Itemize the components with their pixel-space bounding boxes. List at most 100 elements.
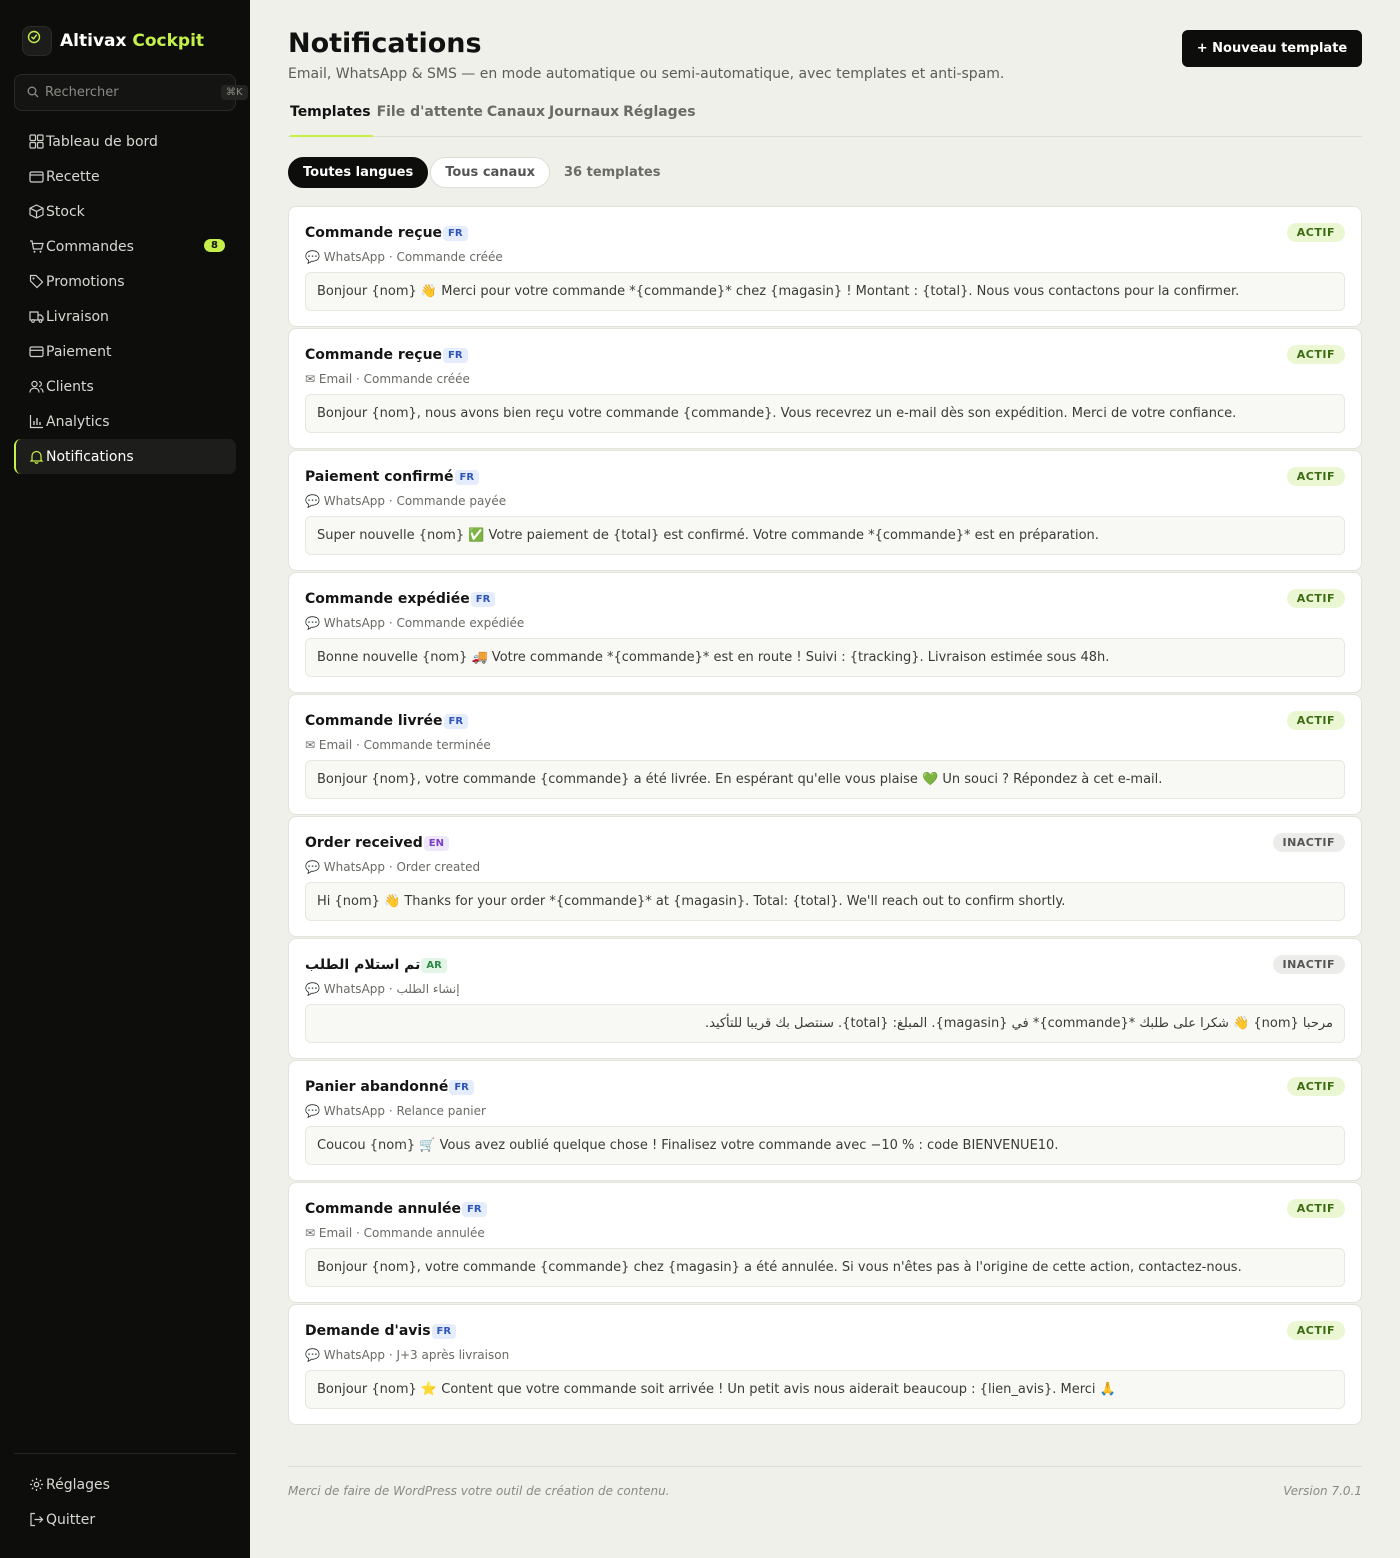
sidebar-item-clients[interactable]: Clients	[14, 369, 236, 404]
sidebar-item-settings[interactable]: Réglages	[14, 1467, 236, 1502]
sidebar-item-analytics[interactable]: Analytics	[14, 404, 236, 439]
new-template-button[interactable]: + Nouveau template	[1182, 30, 1362, 67]
language-badge: FR	[449, 1079, 474, 1095]
sidebar-item-logout[interactable]: Quitter	[14, 1502, 236, 1537]
filter-bar: Toutes langues Tous canaux 36 templates	[288, 157, 660, 188]
template-card[interactable]: Commande livrée FR ACTIF ✉ Email · Commande…	[288, 694, 1362, 815]
sidebar-item-notifications[interactable]: Notifications	[14, 439, 236, 474]
template-trigger: Email · Commande créée	[318, 372, 470, 386]
language-badge: FR	[443, 713, 469, 729]
status-badge[interactable]: ACTIF	[1286, 467, 1345, 486]
orders-count-badge: 8	[204, 239, 225, 252]
template-card[interactable]: Demande d'avis FR ACTIF 💬 WhatsApp · J+3 ap…	[288, 1304, 1362, 1425]
template-card[interactable]: Commande expédiée FR ACTIF 💬 WhatsApp · Com…	[288, 572, 1362, 693]
sidebar-item-livraison[interactable]: Livraison	[14, 299, 236, 334]
template-card[interactable]: Commande annulée FR ACTIF ✉ Email · Command…	[288, 1182, 1362, 1303]
template-trigger: WhatsApp · Commande créée	[323, 250, 503, 264]
template-meta: ✉ Email · Commande annulée	[305, 1226, 485, 1240]
template-title: تم استلام الطلب	[305, 957, 421, 973]
tab-templates[interactable]: Templates	[290, 98, 373, 137]
template-message-preview: Bonjour {nom} ⭐ Content que votre comman…	[305, 1370, 1345, 1409]
tab-bar: Templates File d'attente Canaux Journaux…	[288, 98, 1362, 137]
sidebar: Altivax Cockpit ⌘K Tableau de bord Recet…	[0, 0, 250, 1558]
template-card[interactable]: Order received EN INACTIF 💬 WhatsApp · Orde…	[288, 816, 1362, 937]
template-title-row: Demande d'avis FR	[305, 1323, 457, 1339]
template-trigger: WhatsApp · Commande expédiée	[323, 616, 525, 630]
sidebar-item-dashboard[interactable]: Tableau de bord	[14, 124, 236, 159]
template-card[interactable]: Panier abandonné FR ACTIF 💬 WhatsApp · Rela…	[288, 1060, 1362, 1181]
truck-icon	[28, 309, 44, 325]
status-badge[interactable]: ACTIF	[1286, 711, 1345, 730]
template-message-preview: مرحبا {nom} 👋 شكرا على طلبك *{commande}*…	[305, 1004, 1345, 1043]
template-card[interactable]: Commande reçue FR ACTIF 💬 WhatsApp · Comman…	[288, 206, 1362, 327]
footer-credit: Merci de faire de WordPress votre outil …	[288, 1484, 670, 1498]
sidebar-item-stock[interactable]: Stock	[14, 194, 236, 229]
status-badge[interactable]: INACTIF	[1272, 833, 1345, 852]
channel-icon: 💬	[305, 250, 320, 264]
box-icon	[28, 204, 44, 220]
template-card[interactable]: Paiement confirmé FR ACTIF 💬 WhatsApp · Com…	[288, 450, 1362, 571]
template-message-preview: Hi {nom} 👋 Thanks for your order *{comma…	[305, 882, 1345, 921]
template-meta: 💬 WhatsApp · Commande payée	[305, 494, 506, 508]
status-badge[interactable]: ACTIF	[1286, 223, 1345, 242]
sidebar-item-paiement[interactable]: Paiement	[14, 334, 236, 369]
status-badge[interactable]: ACTIF	[1286, 1077, 1345, 1096]
template-message-preview: Bonjour {nom}, votre commande {commande}…	[305, 760, 1345, 799]
template-meta: 💬 WhatsApp · J+3 après livraison	[305, 1348, 509, 1362]
gear-icon	[28, 1477, 44, 1493]
footer-version: Version 7.0.1	[1283, 1484, 1362, 1498]
tab-channels[interactable]: Canaux	[487, 98, 545, 137]
sidebar-item-promotions[interactable]: Promotions	[14, 264, 236, 299]
template-title-row: Commande annulée FR	[305, 1201, 487, 1217]
template-message-preview: Bonjour {nom} 👋 Merci pour votre command…	[305, 272, 1345, 311]
channel-filter[interactable]: Tous canaux	[430, 157, 550, 188]
template-card[interactable]: تم استلام الطلب AR INACTIF 💬 WhatsApp · إنش…	[288, 938, 1362, 1059]
template-title-row: Paiement confirmé FR	[305, 469, 480, 485]
brand-name: Altivax Cockpit	[60, 31, 205, 51]
template-message-preview: Bonjour {nom}, nous avons bien reçu votr…	[305, 394, 1345, 433]
status-badge[interactable]: ACTIF	[1286, 589, 1345, 608]
template-title-row: Commande reçue FR	[305, 225, 468, 241]
sidebar-item-label: Réglages	[46, 1476, 110, 1493]
channel-icon: 💬	[305, 982, 320, 996]
template-trigger: WhatsApp · Commande payée	[323, 494, 507, 508]
search-icon	[27, 83, 39, 102]
template-meta: ✉ Email · Commande créée	[305, 372, 470, 386]
template-meta: 💬 WhatsApp · Commande expédiée	[305, 616, 524, 630]
template-message-preview: Bonjour {nom}, votre commande {commande}…	[305, 1248, 1345, 1287]
sidebar-item-recette[interactable]: Recette	[14, 159, 236, 194]
channel-icon: 💬	[305, 1104, 320, 1118]
status-badge[interactable]: ACTIF	[1286, 345, 1345, 364]
template-title-row: Commande expédiée FR	[305, 591, 496, 607]
template-count: 36 templates	[563, 165, 661, 180]
sidebar-divider	[14, 1453, 236, 1454]
channel-icon: 💬	[305, 1348, 320, 1362]
status-badge[interactable]: ACTIF	[1286, 1199, 1345, 1218]
language-filter[interactable]: Toutes langues	[288, 157, 429, 188]
users-icon	[28, 379, 44, 395]
tab-queue[interactable]: File d'attente	[377, 98, 483, 137]
brand[interactable]: Altivax Cockpit	[22, 26, 204, 56]
tab-settings[interactable]: Réglages	[623, 98, 695, 137]
status-badge[interactable]: ACTIF	[1286, 1321, 1345, 1340]
tab-logs[interactable]: Journaux	[549, 98, 619, 137]
footer: Merci de faire de WordPress votre outil …	[288, 1466, 1362, 1498]
template-title: Commande livrée	[305, 713, 443, 729]
template-meta: 💬 WhatsApp · Relance panier	[305, 1104, 486, 1118]
sidebar-item-label: Livraison	[46, 308, 109, 325]
template-card[interactable]: Commande reçue FR ACTIF ✉ Email · Commande …	[288, 328, 1362, 449]
status-badge[interactable]: INACTIF	[1272, 955, 1345, 974]
sidebar-item-label: Recette	[46, 168, 100, 185]
dashboard-icon	[28, 134, 44, 150]
search-input[interactable]	[45, 85, 215, 100]
sidebar-item-commandes[interactable]: Commandes 8	[14, 229, 236, 264]
template-title: Paiement confirmé	[305, 469, 454, 485]
sidebar-item-label: Tableau de bord	[46, 133, 158, 150]
template-title: Demande d'avis	[305, 1323, 431, 1339]
card-icon	[28, 344, 44, 360]
wallet-icon	[28, 169, 44, 185]
sidebar-item-label: Quitter	[46, 1511, 96, 1528]
search-box[interactable]: ⌘K	[14, 74, 248, 111]
channel-icon: ✉	[305, 372, 316, 386]
logout-icon	[28, 1512, 44, 1528]
